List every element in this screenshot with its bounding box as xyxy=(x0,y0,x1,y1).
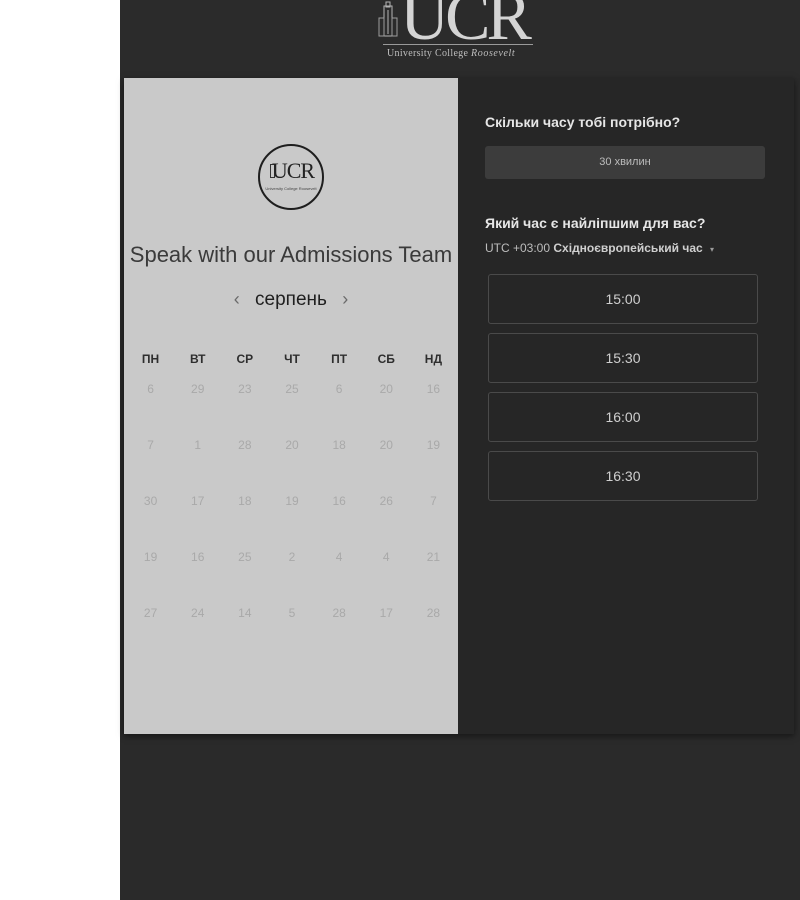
calendar-day[interactable]: 17 xyxy=(174,492,221,548)
calendar-day[interactable]: 28 xyxy=(316,604,363,660)
weekday-thu: ЧТ xyxy=(284,352,300,366)
logo-divider xyxy=(383,44,533,45)
time-slot-button[interactable]: 15:00 xyxy=(488,274,758,324)
calendar-day[interactable]: 4 xyxy=(316,548,363,604)
calendar-day[interactable]: 28 xyxy=(221,436,268,492)
time-slot-list: 15:00 15:30 16:00 16:30 xyxy=(488,274,758,510)
calendar-day[interactable]: 19 xyxy=(127,548,174,604)
calendar-day[interactable]: 16 xyxy=(174,548,221,604)
calendar-day[interactable]: 18 xyxy=(221,492,268,548)
scheduling-page: UCR University College Roosevelt UCR Uni… xyxy=(120,0,800,900)
calendar-grid: 6 29 23 25 6 20 16 7 1 28 20 18 20 19 30… xyxy=(127,380,457,660)
calendar-day[interactable]: 7 xyxy=(410,492,457,548)
calendar-day[interactable]: 6 xyxy=(127,380,174,436)
calendar-day[interactable]: 21 xyxy=(410,548,457,604)
timezone-name: Східноєвропейський час xyxy=(553,241,703,255)
calendar-day[interactable]: 18 xyxy=(316,436,363,492)
calendar-day[interactable]: 20 xyxy=(363,436,410,492)
calendar-week: 19 16 25 2 4 4 21 xyxy=(127,548,457,604)
weekday-wed: СР xyxy=(236,352,254,366)
month-label: серпень xyxy=(255,289,327,310)
month-navigator: ‹ серпень › xyxy=(124,289,458,317)
time-question: Який час є найліпшим для вас? xyxy=(485,215,706,231)
logo-text: UCR xyxy=(400,0,532,54)
calendar-column: UCR University College Roosevelt Speak w… xyxy=(124,78,458,734)
ucr-logo: UCR University College Roosevelt xyxy=(375,0,540,66)
calendar-week: 30 17 18 19 16 26 7 xyxy=(127,492,457,548)
timezone-offset: UTC +03:00 xyxy=(485,241,551,255)
badge-text: UCR xyxy=(271,158,315,183)
calendar-day[interactable]: 14 xyxy=(221,604,268,660)
tower-icon xyxy=(378,1,398,37)
calendar-day[interactable]: 26 xyxy=(363,492,410,548)
calendar-day[interactable]: 25 xyxy=(268,380,315,436)
calendar-day[interactable]: 17 xyxy=(363,604,410,660)
time-slot-button[interactable]: 16:00 xyxy=(488,392,758,442)
timezone-select[interactable]: UTC +03:00 Східноєвропейський час ▾ xyxy=(485,241,714,255)
calendar-day[interactable]: 25 xyxy=(221,548,268,604)
calendar-day[interactable]: 23 xyxy=(221,380,268,436)
calendar-day[interactable]: 20 xyxy=(268,436,315,492)
calendar-day[interactable]: 27 xyxy=(127,604,174,660)
calendar-week: 7 1 28 20 18 20 19 xyxy=(127,436,457,492)
weekday-tue: ВТ xyxy=(189,352,206,366)
calendar-day[interactable]: 24 xyxy=(174,604,221,660)
weekday-sun: НД xyxy=(424,352,443,366)
badge-subtitle: University College Roosevelt xyxy=(265,186,317,191)
calendar-day[interactable]: 20 xyxy=(363,380,410,436)
duration-question: Скільки часу тобі потрібно? xyxy=(485,114,681,130)
prev-month-button[interactable]: ‹ xyxy=(224,289,250,310)
weekday-sat: СБ xyxy=(377,352,395,366)
time-slot-button[interactable]: 15:30 xyxy=(488,333,758,383)
calendar-day[interactable]: 28 xyxy=(410,604,457,660)
duration-select[interactable]: 30 хвилин xyxy=(485,146,765,179)
logo-subtitle-italic: Roosevelt xyxy=(471,48,516,59)
calendar-day[interactable]: 2 xyxy=(268,548,315,604)
ucr-badge-logo: UCR University College Roosevelt xyxy=(258,144,324,210)
scheduler-panel: UCR University College Roosevelt Speak w… xyxy=(124,78,794,734)
calendar-week: 6 29 23 25 6 20 16 xyxy=(127,380,457,436)
calendar-day[interactable]: 7 xyxy=(127,436,174,492)
calendar-day[interactable]: 6 xyxy=(316,380,363,436)
logo-subtitle: University College Roosevelt xyxy=(387,48,515,59)
calendar-day[interactable]: 5 xyxy=(268,604,315,660)
calendar-day[interactable]: 19 xyxy=(268,492,315,548)
chevron-down-icon: ▾ xyxy=(710,245,715,254)
time-slot-button[interactable]: 16:30 xyxy=(488,451,758,501)
calendar-day[interactable]: 4 xyxy=(363,548,410,604)
weekday-mon: ПН xyxy=(141,352,160,366)
calendar-day[interactable]: 16 xyxy=(410,380,457,436)
calendar-day[interactable]: 29 xyxy=(174,380,221,436)
calendar-week: 27 24 14 5 28 17 28 xyxy=(127,604,457,660)
time-selection-column: Скільки часу тобі потрібно? 30 хвилин Як… xyxy=(458,78,794,734)
logo-subtitle-main: University College xyxy=(387,48,472,59)
calendar-day[interactable]: 19 xyxy=(410,436,457,492)
page-headline: Speak with our Admissions Team xyxy=(129,242,453,267)
weekday-fri: ПТ xyxy=(331,352,348,366)
calendar-day[interactable]: 1 xyxy=(174,436,221,492)
calendar-day[interactable]: 16 xyxy=(316,492,363,548)
weekday-header: ПН ВТ СР ЧТ ПТ СБ НД xyxy=(127,350,457,384)
header: UCR University College Roosevelt xyxy=(120,0,800,78)
next-month-button[interactable]: › xyxy=(332,289,358,310)
calendar-day[interactable]: 30 xyxy=(127,492,174,548)
